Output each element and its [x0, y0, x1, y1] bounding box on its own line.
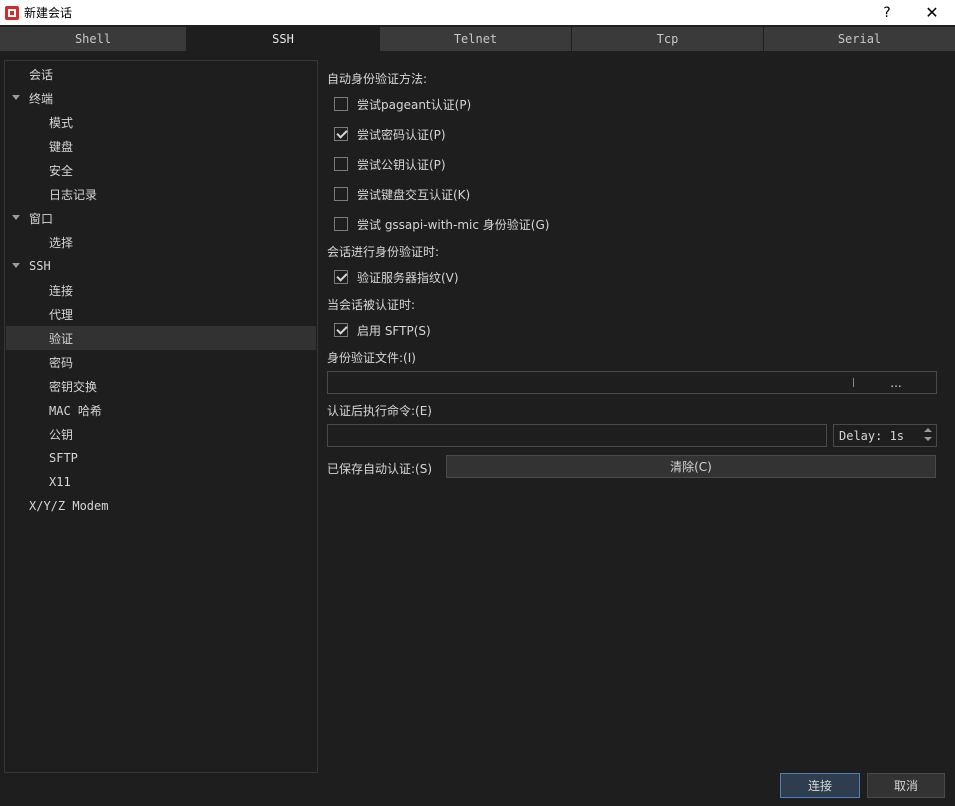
- tree-item-auth[interactable]: 验证: [6, 326, 316, 350]
- checkbox[interactable]: [334, 187, 348, 201]
- tab-serial[interactable]: Serial: [764, 27, 955, 51]
- tree-label: 代理: [49, 307, 74, 322]
- browse-button[interactable]: ...: [870, 374, 922, 392]
- tree-label: 公钥: [49, 427, 74, 442]
- tree-label: 选择: [49, 235, 74, 250]
- auth-methods-heading: 自动身份验证方法:: [327, 72, 428, 86]
- clear-button[interactable]: 清除(C): [446, 455, 936, 478]
- tree-item-logging[interactable]: 日志记录: [6, 182, 316, 206]
- tree-item-security[interactable]: 安全: [6, 158, 316, 182]
- checkbox-label: 启用 SFTP(S): [357, 323, 431, 338]
- checkbox[interactable]: [334, 157, 348, 171]
- checkbox-label: 尝试pageant认证(P): [357, 97, 472, 112]
- pageant-auth-option[interactable]: 尝试pageant认证(P): [334, 94, 471, 114]
- checkbox[interactable]: [334, 270, 348, 284]
- tree-item-cipher[interactable]: 密码: [6, 350, 316, 374]
- expand-arrow-icon[interactable]: [12, 95, 20, 100]
- checkbox-label: 尝试 gssapi-with-mic 身份验证(G): [357, 217, 550, 232]
- post-cmd-label: 认证后执行命令:(E): [327, 404, 432, 418]
- close-button[interactable]: ✕: [910, 0, 954, 25]
- tree-label: X/Y/Z Modem: [29, 499, 109, 513]
- post-command-input[interactable]: [327, 424, 827, 447]
- tree-label: 连接: [49, 283, 74, 298]
- checkbox-label: 尝试公钥认证(P): [357, 157, 446, 172]
- tree-label: 日志记录: [49, 187, 98, 202]
- tab-telnet[interactable]: Telnet: [380, 27, 572, 51]
- tab-shell[interactable]: Shell: [0, 27, 187, 51]
- tree-item-connection[interactable]: 连接: [6, 278, 316, 302]
- tree-label: 验证: [49, 331, 74, 346]
- checkbox-label: 验证服务器指纹(V): [357, 270, 459, 285]
- tree-item-sftp[interactable]: SFTP: [6, 446, 316, 470]
- title-bar: 新建会话 ? ✕: [0, 0, 955, 25]
- during-auth-heading: 会话进行身份验证时:: [327, 245, 440, 259]
- tree-label: MAC 哈希: [49, 403, 102, 418]
- expand-arrow-icon[interactable]: [12, 263, 20, 268]
- protocol-tabs: Shell SSH Telnet Tcp Serial: [0, 27, 955, 51]
- tree-item-xyz-modem[interactable]: X/Y/Z Modem: [6, 494, 316, 518]
- tree-item-selection[interactable]: 选择: [6, 230, 316, 254]
- gssapi-auth-option[interactable]: 尝试 gssapi-with-mic 身份验证(G): [334, 214, 549, 234]
- checkbox-label: 尝试密码认证(P): [357, 127, 446, 142]
- tree-item-ssh[interactable]: SSH: [6, 254, 316, 278]
- tree-item-session[interactable]: 会话: [6, 62, 316, 86]
- tree-label: 终端: [29, 91, 54, 106]
- app-logo-icon: [5, 5, 19, 20]
- identity-file-label: 身份验证文件:(I): [327, 351, 416, 365]
- tree-item-kex[interactable]: 密钥交换: [6, 374, 316, 398]
- delay-value: Delay: 1s: [839, 428, 905, 443]
- tab-ssh[interactable]: SSH: [187, 27, 380, 51]
- enable-sftp-option[interactable]: 启用 SFTP(S): [334, 320, 431, 340]
- checkbox-label: 尝试键盘交互认证(K): [357, 187, 471, 202]
- tree-label: 窗口: [29, 211, 54, 226]
- tab-tcp[interactable]: Tcp: [572, 27, 764, 51]
- tree-item-terminal[interactable]: 终端: [6, 86, 316, 110]
- checkbox[interactable]: [334, 217, 348, 231]
- connect-button[interactable]: 连接: [780, 773, 860, 798]
- tree-item-window[interactable]: 窗口: [6, 206, 316, 230]
- cancel-button[interactable]: 取消: [867, 773, 945, 798]
- keyboard-interactive-option[interactable]: 尝试键盘交互认证(K): [334, 184, 470, 204]
- tree-label: 密码: [49, 355, 74, 370]
- saved-auth-label: 已保存自动认证:(S): [327, 462, 433, 476]
- tree-label: 密钥交换: [49, 379, 98, 394]
- tree-item-pubkey[interactable]: 公钥: [6, 422, 316, 446]
- tree-label: SSH: [29, 259, 51, 273]
- checkbox[interactable]: [334, 127, 348, 141]
- checkbox[interactable]: [334, 323, 348, 337]
- divider: [853, 378, 854, 387]
- tree-item-mode[interactable]: 模式: [6, 110, 316, 134]
- category-tree: 会话 终端 模式 键盘 安全 日志记录 窗口 选择 SSH 连接 代理 验证 密…: [4, 60, 318, 773]
- tree-label: 安全: [49, 163, 74, 178]
- verify-host-option[interactable]: 验证服务器指纹(V): [334, 267, 459, 287]
- spin-down-icon[interactable]: [924, 437, 932, 441]
- window-title: 新建会话: [24, 6, 73, 20]
- identity-file-input[interactable]: [327, 371, 937, 394]
- pubkey-auth-option[interactable]: 尝试公钥认证(P): [334, 154, 446, 174]
- tree-label: X11: [49, 475, 71, 489]
- help-button[interactable]: ?: [865, 0, 909, 25]
- checkbox[interactable]: [334, 97, 348, 111]
- tree-label: 模式: [49, 115, 74, 130]
- tree-label: 会话: [29, 67, 54, 82]
- after-auth-heading: 当会话被认证时:: [327, 298, 416, 312]
- expand-arrow-icon[interactable]: [12, 215, 20, 220]
- tree-item-mac[interactable]: MAC 哈希: [6, 398, 316, 422]
- tree-item-x11[interactable]: X11: [6, 470, 316, 494]
- tree-item-keyboard[interactable]: 键盘: [6, 134, 316, 158]
- tree-label: SFTP: [49, 451, 78, 465]
- tree-label: 键盘: [49, 139, 74, 154]
- tree-item-proxy[interactable]: 代理: [6, 302, 316, 326]
- password-auth-option[interactable]: 尝试密码认证(P): [334, 124, 446, 144]
- delay-spinbox[interactable]: Delay: 1s: [833, 424, 937, 447]
- spin-up-icon[interactable]: [924, 428, 932, 432]
